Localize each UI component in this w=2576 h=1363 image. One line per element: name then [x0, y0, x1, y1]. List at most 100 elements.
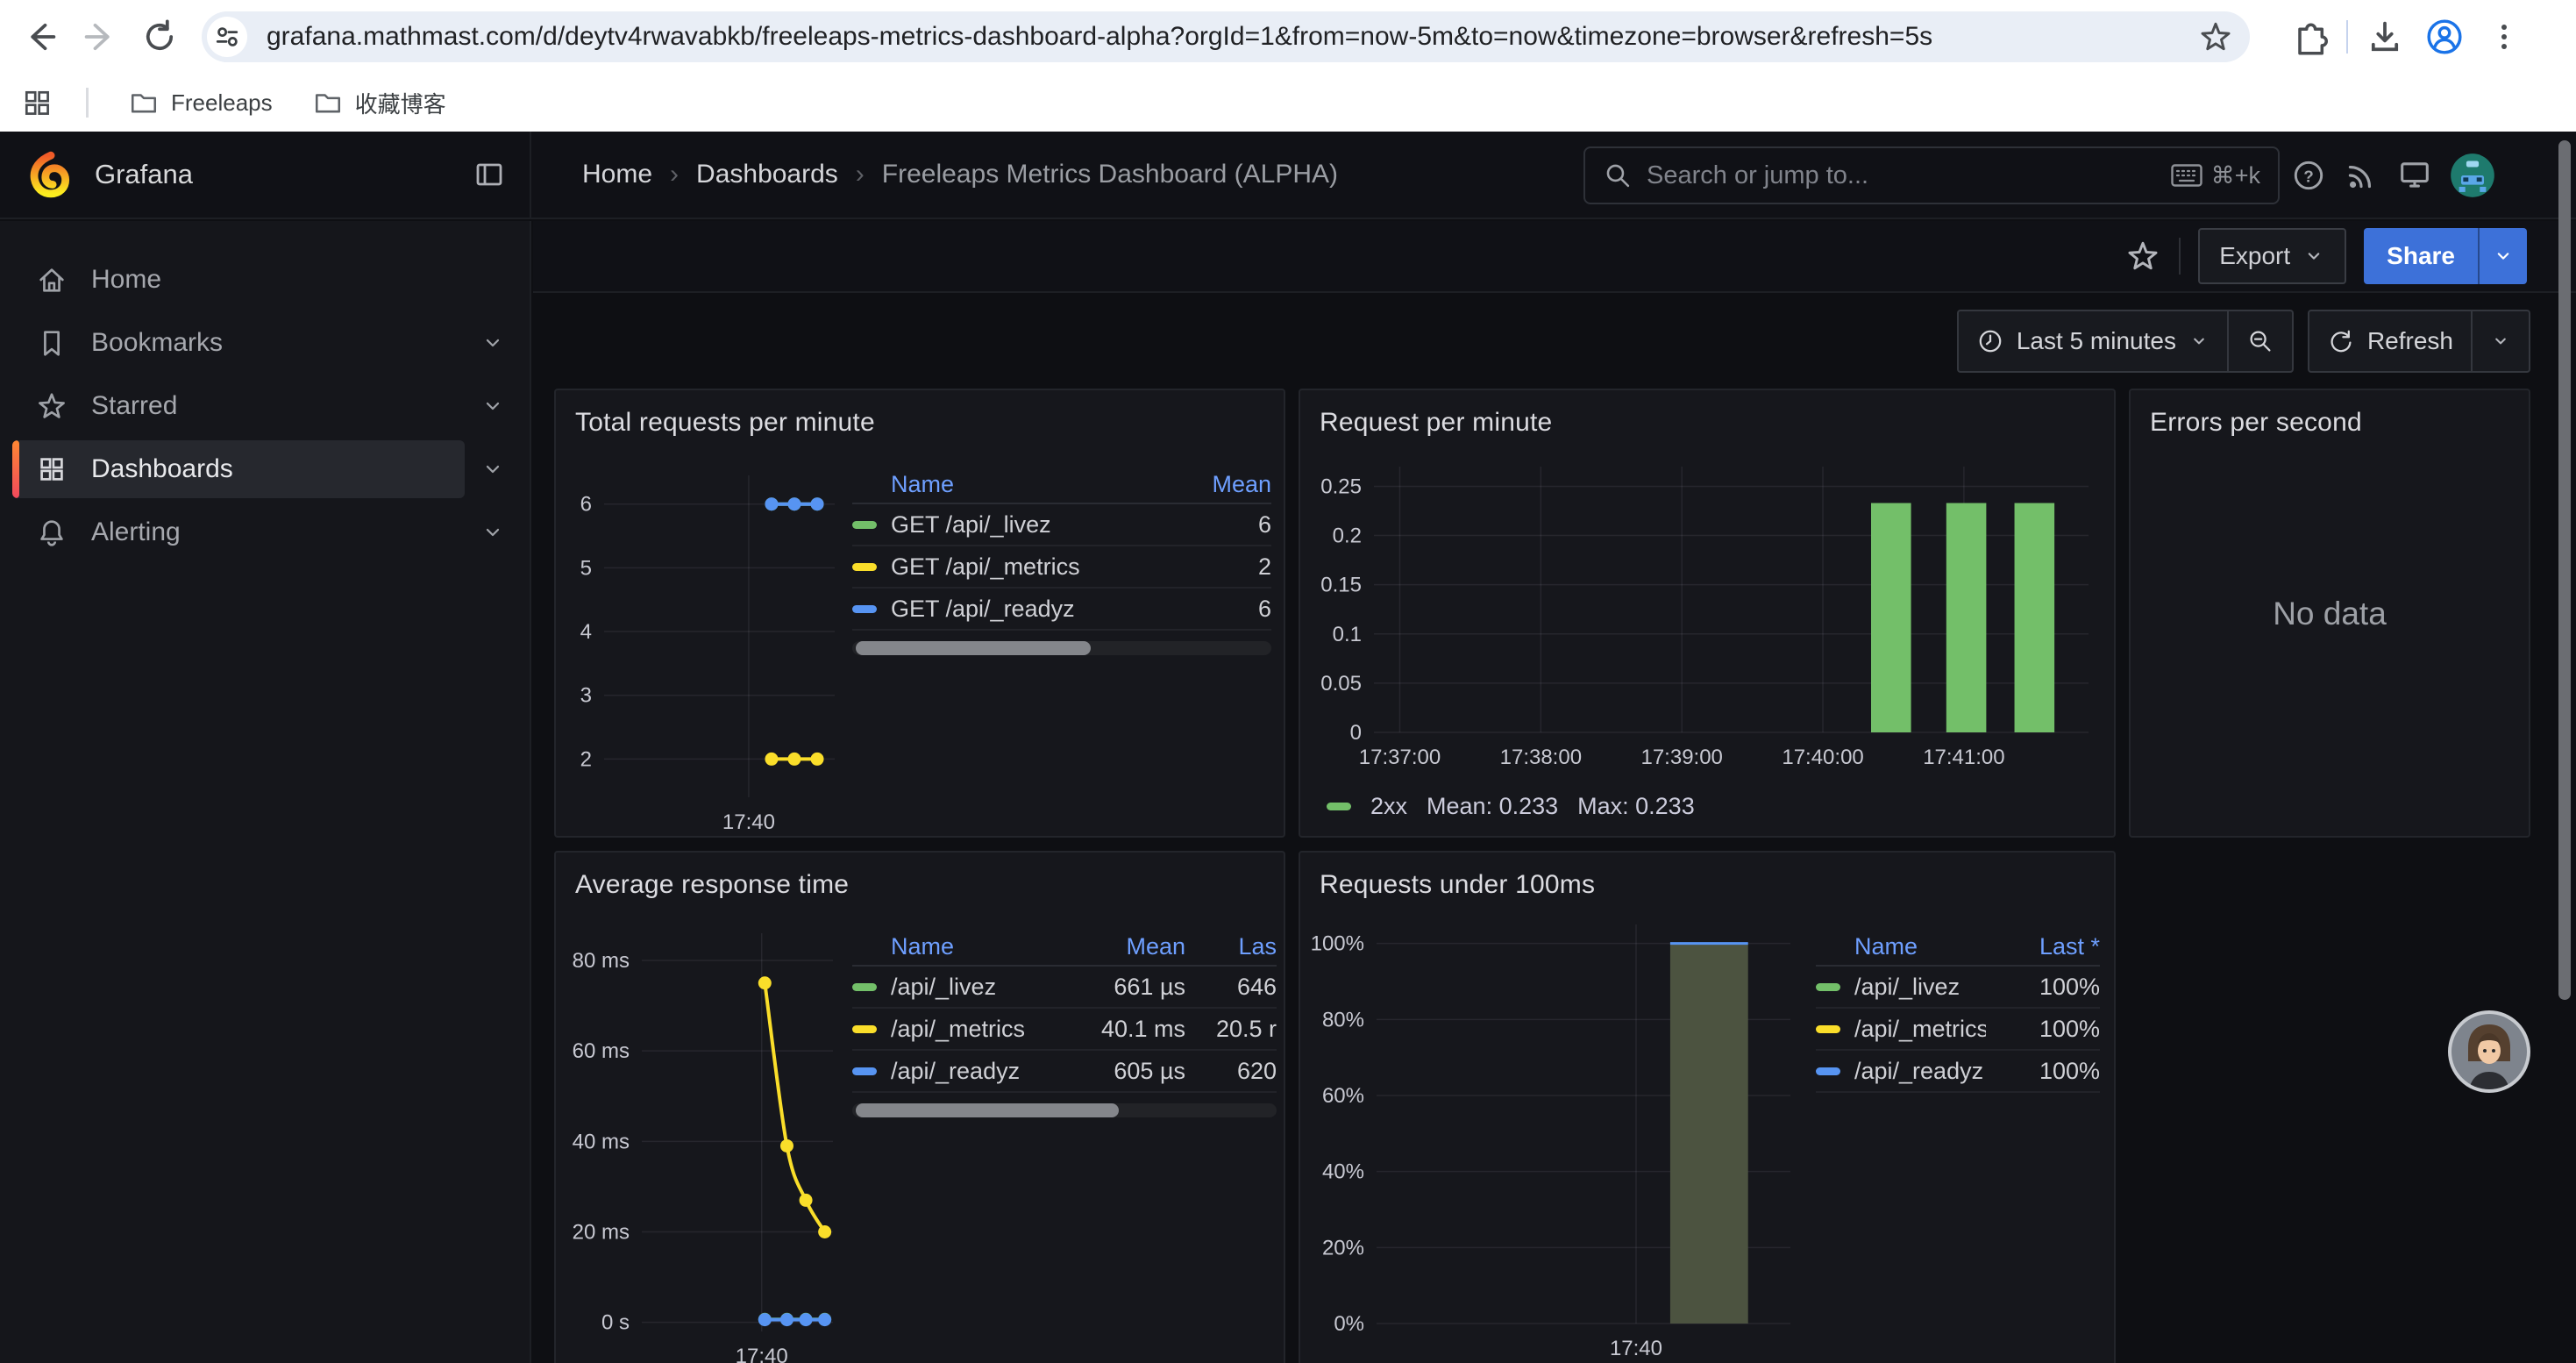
browser-profile-icon[interactable] — [2415, 7, 2474, 67]
legend-header-mean[interactable]: Mean — [1036, 933, 1185, 960]
request-per-minute-chart[interactable]: 00.050.10.150.20.2517:37:0017:38:0017:39… — [1311, 452, 2107, 785]
legend-row[interactable]: GET /api/_readyz6 — [852, 589, 1271, 631]
breadcrumb-home[interactable]: Home — [582, 160, 652, 189]
legend-series-label: GET /api/_readyz — [891, 596, 1075, 623]
legend-header-las[interactable]: Las — [1185, 933, 1277, 960]
export-button[interactable]: Export — [2198, 228, 2346, 284]
sidebar-expand-alerting[interactable] — [465, 519, 521, 546]
request-per-minute-plot[interactable]: 00.050.10.150.20.2517:37:0017:38:0017:39… — [1311, 452, 2107, 785]
sidebar-expand-bookmarks[interactable] — [465, 330, 521, 356]
share-button[interactable]: Share — [2364, 228, 2527, 284]
forward-icon[interactable] — [70, 7, 130, 67]
sidebar-expand-starred[interactable] — [465, 393, 521, 419]
svg-text:0.05: 0.05 — [1320, 672, 1362, 696]
legend-header-mean[interactable]: Mean — [1187, 471, 1271, 498]
share-label[interactable]: Share — [2364, 228, 2478, 284]
legend-row[interactable]: /api/_readyz100% — [1816, 1051, 2100, 1093]
news-rss-icon[interactable] — [2343, 157, 2380, 194]
chevron-down-icon — [480, 393, 506, 419]
help-icon[interactable]: ? — [2290, 157, 2327, 194]
search-input[interactable]: Search or jump to... ⌘+k — [1583, 146, 2280, 204]
legend-scrollbar[interactable] — [852, 641, 1271, 655]
average-response-time-chart[interactable]: 0 s20 ms40 ms60 ms80 ms17:40 — [561, 923, 850, 1363]
average-response-time-plot[interactable]: 0 s20 ms40 ms60 ms80 ms17:40 — [561, 923, 850, 1363]
panel-title[interactable]: Request per minute — [1320, 408, 1552, 438]
legend-header-name[interactable]: Name — [1816, 933, 1986, 960]
total-requests-chart[interactable]: 2345617:40 — [565, 460, 845, 836]
legend-row[interactable]: /api/_livez100% — [1816, 967, 2100, 1009]
legend-name-cell: /api/_metrics — [1816, 1016, 1986, 1043]
request-per-minute-legend: 2xxMean: 0.233Max: 0.233 — [1327, 793, 1695, 820]
profile-icon — [2424, 17, 2465, 57]
sidebar-item-alerting-button[interactable]: Alerting — [12, 503, 465, 561]
back-arrow-icon — [21, 18, 60, 56]
requests-under-100ms-chart[interactable]: 0%20%40%60%80%100%17:40 — [1311, 923, 1802, 1363]
apps-shortcut-icon[interactable] — [12, 78, 61, 127]
page-scrollbar[interactable] — [2558, 140, 2571, 1000]
bookmark-star-icon[interactable] — [2197, 18, 2234, 55]
extensions-icon[interactable] — [2280, 7, 2339, 67]
legend-series-label[interactable]: 2xx — [1370, 793, 1407, 820]
legend-header-row: NameLast * — [1816, 928, 2100, 967]
back-icon[interactable] — [11, 7, 70, 67]
svg-text:20 ms: 20 ms — [573, 1221, 630, 1245]
legend-row[interactable]: GET /api/_livez6 — [852, 504, 1271, 546]
reload-icon[interactable] — [130, 7, 189, 67]
site-settings-icon[interactable] — [207, 17, 247, 57]
bookmark-folder-blogs[interactable]: 收藏博客 — [313, 87, 446, 119]
legend-row[interactable]: /api/_metrics100% — [1816, 1009, 2100, 1051]
legend-row[interactable]: /api/_readyz605 µs620 — [852, 1051, 1277, 1093]
browser-menu-icon[interactable] — [2474, 7, 2534, 67]
sidebar-item-bookmarks-button[interactable]: Bookmarks — [12, 314, 465, 372]
legend-header-last[interactable]: Last * — [1986, 933, 2100, 960]
refresh-button[interactable]: Refresh — [2309, 311, 2471, 371]
bookmark-folder-freeleaps[interactable]: Freeleaps — [129, 88, 273, 118]
legend-scrollbar[interactable] — [852, 1103, 1277, 1117]
legend-row[interactable]: /api/_livez661 µs646 — [852, 967, 1277, 1009]
svg-text:17:37:00: 17:37:00 — [1359, 746, 1441, 769]
panel-title[interactable]: Total requests per minute — [575, 408, 875, 438]
panel-requests-under-100ms: Requests under 100ms 0%20%40%60%80%100%1… — [1299, 851, 2116, 1363]
sidebar-item-dashboards-button[interactable]: Dashboards — [12, 440, 465, 498]
grafana-logo[interactable] — [26, 151, 74, 198]
floating-avatar[interactable] — [2446, 1009, 2532, 1095]
breadcrumb-dashboards[interactable]: Dashboards — [696, 160, 838, 189]
zoom-out-button[interactable] — [2227, 311, 2292, 371]
legend-header-name[interactable]: Name — [852, 933, 1036, 960]
time-range-picker[interactable]: Last 5 minutes — [1959, 311, 2227, 371]
brand-name[interactable]: Grafana — [95, 159, 472, 190]
legend-row[interactable]: GET /api/_metrics2 — [852, 546, 1271, 589]
sidebar-item-starred: Starred — [12, 377, 521, 435]
panel-title[interactable]: Requests under 100ms — [1320, 870, 1595, 900]
legend-row[interactable]: /api/_metrics40.1 ms20.5 r — [852, 1009, 1277, 1051]
legend-scrollbar-thumb[interactable] — [856, 1103, 1119, 1117]
sidebar-item-home-button[interactable]: Home — [12, 251, 521, 309]
sidebar-item-starred-button[interactable]: Starred — [12, 377, 465, 435]
total-requests-per-minute-plot[interactable]: 2345617:40 — [565, 460, 845, 836]
legend-swatch — [1327, 803, 1351, 810]
bell-icon — [35, 516, 68, 549]
export-label: Export — [2219, 242, 2290, 270]
avatar-image — [2446, 1009, 2532, 1095]
downloads-icon[interactable] — [2355, 7, 2415, 67]
user-avatar[interactable] — [2450, 153, 2495, 198]
mega-menu-toggle-icon[interactable] — [472, 157, 507, 192]
favorite-star-icon[interactable] — [2124, 238, 2161, 275]
panel-title[interactable]: Average response time — [575, 870, 849, 900]
legend-stat: Max: 0.233 — [1577, 793, 1695, 820]
total-requests-legend: NameMean GET /api/_livez6GET /api/_metric… — [852, 466, 1271, 655]
url-bar[interactable]: grafana.mathmast.com/d/deytv4rwavabkb/fr… — [202, 11, 2250, 62]
sidebar-expand-dashboards[interactable] — [465, 456, 521, 482]
svg-text:0.1: 0.1 — [1333, 623, 1362, 646]
legend-series-label: /api/_metrics — [1854, 1016, 1986, 1043]
url-text[interactable]: grafana.mathmast.com/d/deytv4rwavabkb/fr… — [267, 22, 2197, 52]
panel-title[interactable]: Errors per second — [2150, 408, 2362, 438]
legend-header-name[interactable]: Name — [852, 471, 1187, 498]
monitor-icon[interactable] — [2395, 156, 2434, 195]
requests-under-100ms-plot[interactable]: 0%20%40%60%80%100%17:40 — [1311, 923, 1802, 1363]
share-menu-toggle[interactable] — [2478, 228, 2527, 284]
selected-accent — [12, 440, 19, 498]
legend-scrollbar-thumb[interactable] — [856, 641, 1091, 655]
refresh-label: Refresh — [2367, 327, 2453, 355]
refresh-interval-toggle[interactable] — [2471, 311, 2529, 371]
